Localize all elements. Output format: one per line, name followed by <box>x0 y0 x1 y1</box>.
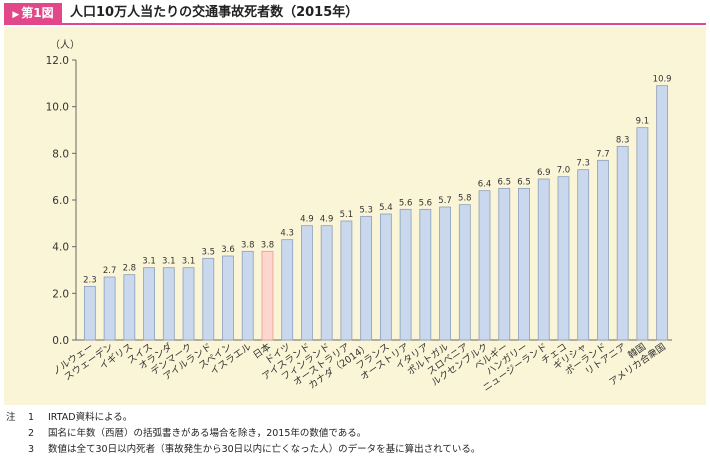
bar-value-label: 4.9 <box>300 215 314 225</box>
bar-highlight <box>261 250 274 341</box>
bar <box>636 127 649 341</box>
bar-value-label: 3.1 <box>162 257 176 267</box>
bar-value-label: 6.4 <box>478 180 492 190</box>
bar-value-label: 3.8 <box>261 240 275 250</box>
note-row-1: 注 1 IRTAD資料による。 <box>6 410 706 426</box>
bar-value-label: 3.1 <box>182 257 196 267</box>
bar <box>656 85 669 341</box>
y-axis-unit-label: （人） <box>50 39 80 51</box>
bar <box>143 267 155 341</box>
bar <box>241 250 254 341</box>
bar <box>222 255 234 341</box>
bar <box>518 187 530 341</box>
note-text: 国名に年数（西暦）の括弧書きがある場合を除き，2015年の数値である。 <box>48 428 367 439</box>
bar <box>123 274 136 341</box>
bar <box>577 169 590 341</box>
bar-value-label: 4.3 <box>280 229 294 239</box>
bar-value-label: 2.3 <box>83 275 97 285</box>
bar-value-label: 5.6 <box>399 198 413 208</box>
note-text: 数値は全て30日以内死者（事故発生から30日以内に亡くなった人）のデータを基に算… <box>48 444 481 455</box>
note-row-2: 2 国名に年数（西暦）の括弧書きがある場合を除き，2015年の数値である。 <box>6 426 706 442</box>
bar-value-label: 3.5 <box>202 247 216 257</box>
bar <box>360 215 373 341</box>
y-tick-label: 2.0 <box>52 288 69 300</box>
y-tick-label: 12.0 <box>46 55 69 67</box>
bar-value-label: 5.7 <box>438 196 452 206</box>
bar-value-label: 9.1 <box>636 117 650 127</box>
bar <box>439 206 451 341</box>
bar-value-label: 3.1 <box>142 257 156 267</box>
bar <box>340 220 353 341</box>
triangle-icon: ▶ <box>12 10 20 20</box>
bar-value-label: 7.0 <box>557 166 571 176</box>
bar <box>83 285 96 341</box>
bar <box>616 145 629 341</box>
bar-value-label: 7.3 <box>576 159 590 169</box>
y-tick-label: 0.0 <box>52 335 69 347</box>
bar-value-label: 5.4 <box>379 203 393 213</box>
bar <box>557 176 570 341</box>
bar <box>281 239 294 341</box>
figure-label-badge: ▶ 第1図 <box>4 3 62 23</box>
figure-number: 第1図 <box>21 6 54 20</box>
bar-chart: 0.02.04.06.08.010.012.0（人） 2.3ノルウェー2.7スウ… <box>46 39 672 394</box>
bar <box>399 208 412 341</box>
bar <box>301 225 313 341</box>
bar-value-label: 5.8 <box>458 194 472 204</box>
bar-value-label: 10.9 <box>653 75 672 85</box>
note-number: 3 <box>28 444 35 455</box>
bar <box>478 190 491 341</box>
note-number: 1 <box>28 412 35 423</box>
chart-title: 人口10万人当たりの交通事故死者数（2015年） <box>70 5 359 20</box>
y-tick-label: 10.0 <box>46 102 69 114</box>
y-tick-label: 8.0 <box>52 148 69 160</box>
notes-section: 注 1 IRTAD資料による。 2 国名に年数（西暦）の括弧書きがある場合を除き，20… <box>6 410 706 458</box>
bar-value-label: 5.6 <box>419 198 433 208</box>
bar <box>379 213 392 341</box>
bar <box>419 208 432 341</box>
bar <box>537 178 550 341</box>
bar <box>320 225 333 341</box>
bar-value-label: 2.7 <box>103 266 117 276</box>
bar-value-label: 3.8 <box>241 240 255 250</box>
bar-value-label: 7.7 <box>596 149 610 159</box>
bar <box>498 187 511 341</box>
bar <box>182 267 195 341</box>
figure-header: ▶ 第1図 人口10万人当たりの交通事故死者数（2015年） <box>4 3 706 25</box>
bar-value-label: 3.6 <box>221 245 235 255</box>
bar-value-label: 4.9 <box>320 215 334 225</box>
bar <box>162 267 175 341</box>
bars-layer <box>83 85 669 341</box>
bar <box>597 159 609 341</box>
bar-value-label: 2.8 <box>123 264 137 274</box>
bar-value-label: 5.3 <box>359 205 373 215</box>
bar <box>458 204 471 341</box>
note-number: 2 <box>28 428 35 439</box>
bar-value-label: 6.5 <box>498 177 512 187</box>
note-text: IRTAD資料による。 <box>48 412 133 423</box>
bar-value-label: 5.1 <box>340 210 354 220</box>
notes-head: 注 <box>6 412 16 423</box>
bar-value-label: 8.3 <box>616 135 630 145</box>
chart-panel: 0.0 2.0 4.0 6.0 8.0 10.0 12.0 （人） 2.3 ノルウェー 2.7 スウ… <box>4 27 706 405</box>
bar <box>103 276 116 341</box>
note-row-3: 3 数値は全て30日以内死者（事故発生から30日以内に亡くなった人）のデータを基に… <box>6 442 706 458</box>
bar-value-label: 6.9 <box>537 168 551 178</box>
bar <box>202 257 215 341</box>
y-tick-label: 6.0 <box>52 195 69 207</box>
y-tick-label: 4.0 <box>52 242 69 254</box>
bar-value-label: 6.5 <box>517 177 531 187</box>
